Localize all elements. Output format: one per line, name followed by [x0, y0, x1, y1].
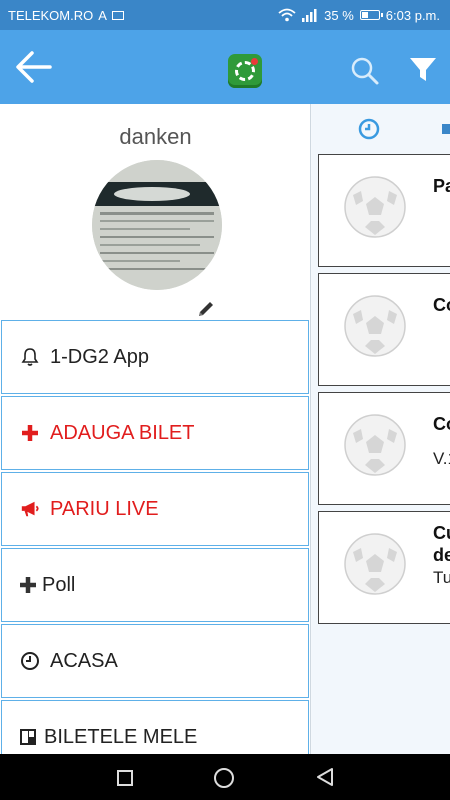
soccer-ball-icon: [344, 533, 406, 595]
menu-item-label: PARIU LIVE: [50, 497, 159, 520]
menu-item-label: 1-DG2 App: [50, 345, 149, 368]
feed-card[interactable]: Cu de Tu: [318, 511, 450, 624]
filter-icon[interactable]: [408, 54, 438, 84]
menu-item-label: Poll: [42, 573, 76, 596]
navigation-drawer: danken 1-DG2 App ADAUGA BILET PARIU LIVE…: [0, 104, 311, 754]
tab-clock-icon[interactable]: [358, 118, 380, 140]
avatar[interactable]: [92, 160, 222, 290]
card-title: Cu: [433, 523, 450, 543]
battery-percent: 35 %: [324, 7, 354, 23]
megaphone-icon: [21, 501, 39, 517]
feed-card[interactable]: Co V.1: [318, 392, 450, 505]
system-nav-bar: [0, 754, 450, 800]
card-title: Pa: [433, 176, 450, 196]
plus-icon: [20, 577, 36, 593]
board-icon: [20, 729, 36, 745]
menu-item-label: ADAUGA BILET: [50, 421, 195, 444]
feed-card[interactable]: Co: [318, 273, 450, 386]
menu-item-poll[interactable]: Poll: [1, 548, 309, 622]
soccer-ball-icon: [344, 176, 406, 238]
feed-list: Pa Co Co V.1: [318, 154, 450, 630]
profile-username: danken: [119, 124, 192, 149]
card-subtitle: Tu: [433, 568, 450, 587]
plus-icon: [22, 425, 38, 441]
feed-card[interactable]: Pa: [318, 154, 450, 267]
bell-icon: [21, 348, 39, 366]
menu-item-app[interactable]: 1-DG2 App: [1, 320, 309, 394]
tab-icon[interactable]: [442, 124, 450, 134]
status-bar: TELEKOM.RO A 35 % 6:03 p.m.: [0, 0, 450, 30]
menu-item-label: ACASA: [50, 649, 118, 672]
carrier-label: TELEKOM.RO: [8, 7, 94, 23]
drawer-menu: 1-DG2 App ADAUGA BILET PARIU LIVE Poll A…: [0, 320, 310, 754]
mail-icon: [111, 10, 124, 20]
feed-tabs: [312, 104, 450, 152]
indicator-label: A: [98, 7, 107, 23]
soccer-ball-icon: [344, 414, 406, 476]
signal-icon: [302, 9, 317, 22]
back-arrow-icon[interactable]: [14, 47, 54, 87]
home-icon[interactable]: [214, 768, 234, 788]
clock-icon: [21, 652, 39, 670]
back-icon[interactable]: [314, 766, 336, 788]
menu-item-acasa[interactable]: ACASA: [1, 624, 309, 698]
clock-time: 6:03 p.m.: [385, 7, 440, 23]
search-icon[interactable]: [350, 56, 380, 86]
edit-pencil-icon[interactable]: [197, 300, 215, 318]
card-title-line2: de: [433, 545, 450, 565]
app-logo[interactable]: [228, 54, 262, 88]
menu-item-pariu-live[interactable]: PARIU LIVE: [1, 472, 309, 546]
menu-item-biletele-mele[interactable]: BILETELE MELE: [1, 700, 309, 754]
menu-item-label: BILETELE MELE: [44, 725, 198, 748]
battery-icon: [359, 10, 383, 20]
soccer-ball-icon: [344, 295, 406, 357]
menu-item-adauga-bilet[interactable]: ADAUGA BILET: [1, 396, 309, 470]
card-title: Co: [433, 414, 450, 434]
wifi-icon: [278, 8, 296, 22]
app-header: [0, 30, 450, 104]
recent-apps-icon[interactable]: [117, 770, 133, 786]
card-subtitle: V.1: [433, 449, 450, 468]
card-title: Co: [433, 295, 450, 315]
feed-panel: Pa Co Co V.1: [312, 104, 450, 754]
